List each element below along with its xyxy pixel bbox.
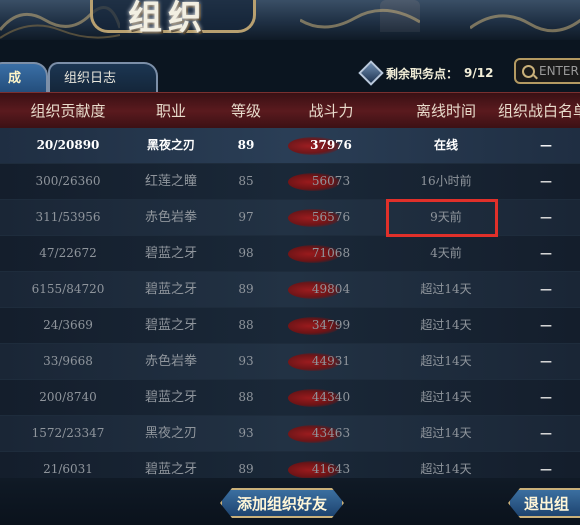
offline-time-cell: 超过14天: [420, 318, 472, 332]
offline-time-cell: 在线: [433, 138, 458, 152]
diamond-icon: [358, 60, 384, 86]
profession-cell: 碧蓝之牙: [144, 318, 197, 333]
offline-time-cell: 超过14天: [420, 426, 472, 440]
title-banner: 组织: [0, 0, 580, 42]
contribution-cell: 24/3669: [43, 318, 93, 332]
level-cell: 89: [238, 282, 254, 296]
points-label: 剩余职务点：: [386, 66, 459, 81]
profession-cell: 碧蓝之牙: [144, 390, 197, 405]
contribution-cell: 200/8740: [39, 390, 97, 404]
level-cell: 98: [238, 246, 254, 260]
search-input[interactable]: ENTER: [514, 58, 580, 84]
power-cell: 37976: [310, 138, 352, 152]
power-cell: 71068: [311, 246, 351, 260]
power-cell: 44340: [311, 390, 351, 404]
level-cell: 93: [238, 354, 254, 368]
power-cell: 56073: [311, 174, 351, 188]
table-row[interactable]: 1572/23347 黑夜之刃 93 43463 超过14天 —: [0, 416, 580, 452]
offline-time-cell: 超过14天: [420, 282, 472, 296]
search-placeholder: ENTER: [539, 64, 579, 78]
column-header-profession[interactable]: 职业: [128, 93, 214, 129]
offline-time-cell: 4天前: [430, 246, 462, 260]
cloud-ornament-icon: [300, 8, 420, 29]
profession-cell: 碧蓝之牙: [144, 246, 197, 261]
contribution-cell: 47/22672: [39, 246, 97, 260]
whitelist-cell: —: [540, 318, 552, 332]
offline-time-cell: 16小时前: [420, 174, 472, 188]
offline-time-cell: 超过14天: [420, 354, 472, 368]
power-cell: 44931: [311, 354, 351, 368]
column-header-contribution[interactable]: 组织贡献度: [18, 93, 118, 129]
tab-members[interactable]: 成员: [0, 62, 48, 116]
power-cell: 49804: [311, 282, 351, 296]
contribution-cell: 311/53956: [35, 210, 101, 224]
table-header: 组织贡献度 职业 等级 战斗力 离线时间 组织战白名单: [0, 92, 580, 130]
window-title: 组织: [128, 0, 208, 38]
table-row[interactable]: 300/26360 红莲之瞳 85 56073 16小时前 —: [0, 164, 580, 200]
whitelist-cell: —: [540, 390, 552, 404]
level-cell: 88: [238, 390, 254, 404]
points-value: 9/12: [464, 66, 494, 80]
power-cell: 43463: [311, 426, 351, 440]
profession-cell: 黑夜之刃: [144, 426, 197, 441]
column-header-power[interactable]: 战斗力: [288, 93, 374, 129]
table-row[interactable]: 24/3669 碧蓝之牙 88 34799 超过14天 —: [0, 308, 580, 344]
level-cell: 85: [238, 174, 254, 188]
highlight-box: [386, 199, 498, 237]
member-list: 20/20890 黑夜之刃 89 37976 在线 — 300/26360 红莲之瞳 85 560…: [0, 128, 580, 488]
whitelist-cell: —: [540, 426, 552, 440]
table-row[interactable]: 33/9668 赤色岩拳 93 44931 超过14天 —: [0, 344, 580, 380]
power-cell: 56576: [311, 210, 351, 224]
tab-guild-log[interactable]: 组织日志: [48, 62, 158, 92]
level-cell: 97: [238, 210, 254, 224]
cloud-ornament-icon: [470, 14, 580, 33]
power-cell: 34799: [311, 318, 351, 332]
profession-cell: 赤色岩拳: [144, 210, 197, 225]
profession-cell: 红莲之瞳: [144, 174, 197, 189]
table-row[interactable]: 6155/84720 碧蓝之牙 89 49804 超过14天 —: [0, 272, 580, 308]
whitelist-cell: —: [540, 354, 552, 368]
contribution-cell: 20/20890: [36, 138, 100, 152]
contribution-cell: 6155/84720: [31, 282, 105, 296]
profession-cell: 碧蓝之牙: [144, 282, 197, 297]
profession-cell: 黑夜之刃: [146, 138, 195, 152]
level-cell: 89: [237, 138, 255, 152]
guild-window: 组织 成员 组织日志 剩余职务点： 9/12 ENTER 组织贡献度 职业 等级…: [0, 0, 580, 525]
add-guild-friend-button[interactable]: 添加组织好友: [220, 488, 344, 518]
search-icon: [522, 64, 535, 78]
offline-time-cell: 超过14天: [420, 390, 472, 404]
contribution-cell: 33/9668: [43, 354, 93, 368]
level-cell: 93: [238, 426, 254, 440]
contribution-cell: 300/26360: [35, 174, 101, 188]
contribution-cell: 1572/23347: [31, 426, 105, 440]
column-header-level[interactable]: 等级: [218, 93, 274, 129]
whitelist-cell: —: [540, 210, 552, 224]
whitelist-cell: —: [540, 174, 552, 188]
whitelist-cell: —: [540, 282, 552, 296]
column-header-whitelist[interactable]: 组织战白名单: [498, 93, 580, 129]
remaining-points: 剩余职务点： 9/12: [358, 60, 494, 86]
column-header-offline[interactable]: 离线时间: [398, 93, 494, 129]
table-row[interactable]: 47/22672 碧蓝之牙 98 71068 4天前 —: [0, 236, 580, 272]
whitelist-cell: —: [540, 246, 552, 260]
level-cell: 88: [238, 318, 254, 332]
table-row[interactable]: 200/8740 碧蓝之牙 88 44340 超过14天 —: [0, 380, 580, 416]
quit-guild-button[interactable]: 退出组: [508, 488, 580, 518]
table-row[interactable]: 20/20890 黑夜之刃 89 37976 在线 —: [0, 128, 580, 164]
profession-cell: 赤色岩拳: [144, 354, 197, 369]
whitelist-cell: —: [540, 138, 552, 152]
